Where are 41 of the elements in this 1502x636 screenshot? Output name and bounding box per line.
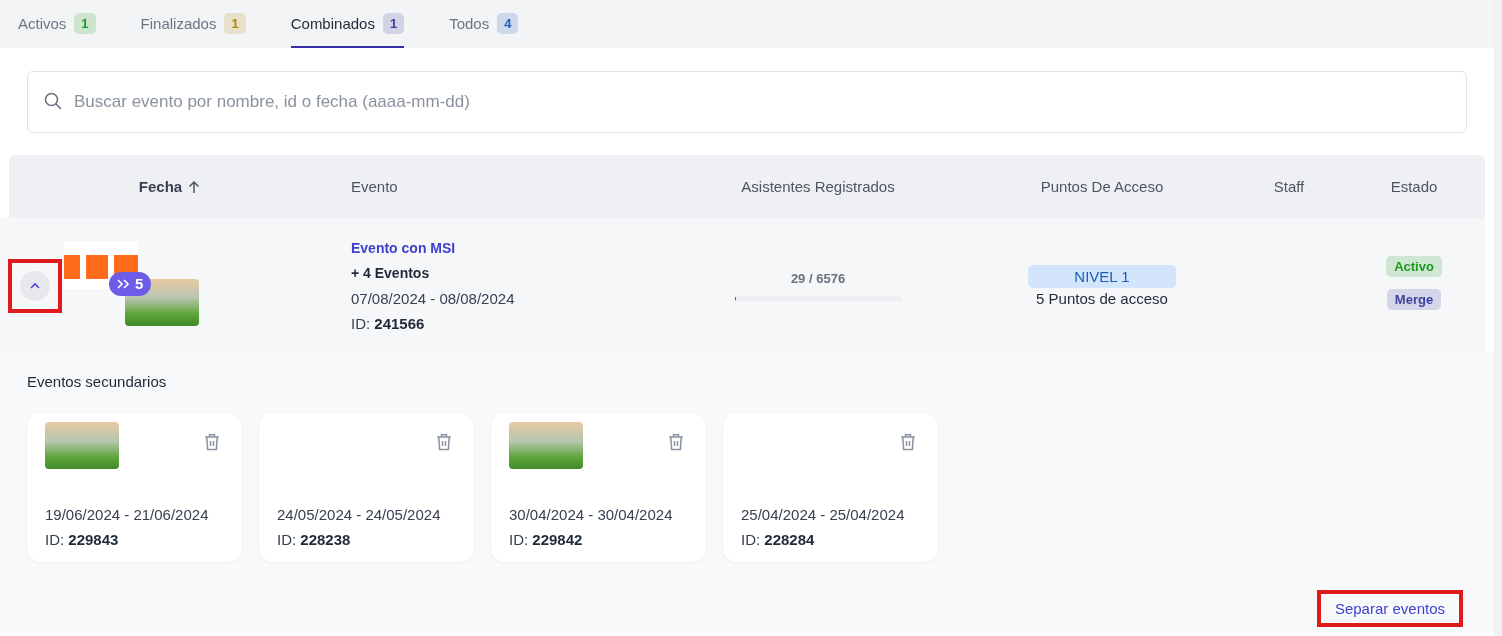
event-id: ID: 229843	[45, 530, 120, 550]
count-badge: 4	[497, 12, 519, 34]
status-badge: Merge	[1386, 288, 1442, 310]
event-dates: 19/06/2024 - 21/06/2024	[45, 505, 210, 525]
trash-icon[interactable]	[204, 433, 220, 451]
count-badge: 1	[382, 12, 405, 34]
event-id: ID: 229842	[509, 530, 584, 550]
trash-icon[interactable]	[900, 433, 916, 451]
chevron-up-icon	[29, 281, 41, 290]
collapse-button[interactable]	[20, 270, 50, 301]
tab[interactable]: Todos 4	[449, 0, 519, 48]
event-dates: 25/04/2024 - 25/04/2024	[741, 505, 906, 525]
section-title: Eventos secundarios	[27, 373, 167, 390]
event-id: ID: 228238	[277, 530, 352, 550]
trash-icon[interactable]	[436, 433, 452, 451]
event-dates: 30/04/2024 - 30/04/2024	[509, 505, 674, 525]
event-dates: 24/05/2024 - 24/05/2024	[277, 505, 442, 525]
count-badge: 1	[74, 12, 96, 34]
column-header[interactable]: Evento	[351, 178, 398, 195]
attendee-count: 29 / 6576	[790, 270, 846, 286]
column-header[interactable]: Staff	[1273, 178, 1305, 195]
event-id: ID: 241566	[351, 313, 426, 334]
tab[interactable]: Finalizados 1	[140, 0, 246, 48]
column-header[interactable]: Fecha	[138, 178, 183, 195]
level-badge: NIVEL 1	[1028, 264, 1176, 288]
search-field[interactable]: Buscar evento por nombre, id o fecha (aaaa-mm-dd)	[27, 71, 1467, 133]
column-header[interactable]: Asistentes Registrados	[741, 178, 895, 195]
count-badge: 1	[224, 12, 246, 34]
merge-count-badge: 5	[109, 271, 152, 296]
event-link[interactable]: Evento con MSI	[351, 235, 700, 261]
event-count: + 4 Eventos	[351, 263, 431, 283]
sort-arrow-icon[interactable]	[188, 179, 201, 194]
tab[interactable]: Activos 1	[18, 0, 96, 48]
access-points: 5 Puntos de acceso	[1036, 289, 1168, 307]
column-header[interactable]: Puntos De Acceso	[1040, 178, 1164, 195]
column-header[interactable]: Estado	[1390, 178, 1438, 195]
status-badge: Activo	[1386, 255, 1442, 277]
trash-icon[interactable]	[668, 433, 684, 451]
event-dates: 07/08/2024 - 08/08/2024	[351, 288, 516, 309]
event-id: ID: 228284	[741, 530, 816, 550]
tab[interactable]: Combinados 1	[290, 0, 405, 48]
